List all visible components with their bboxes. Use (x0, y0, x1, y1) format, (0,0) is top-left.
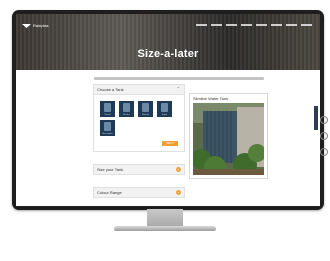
tank-photo-image (193, 103, 264, 175)
nav-link[interactable] (196, 24, 207, 26)
step-label: Colour Range (97, 190, 122, 195)
circle-icon[interactable] (320, 148, 328, 156)
step-colour-range[interactable]: Colour Range + (93, 187, 185, 198)
nav-link[interactable] (271, 24, 282, 26)
tank-photo (193, 103, 264, 175)
circle-icon[interactable] (320, 116, 328, 124)
tank-name: Slimline (122, 114, 130, 116)
tank-option[interactable]: Round (100, 101, 115, 117)
nav-link[interactable] (211, 24, 222, 26)
monitor-frame: Rainplas Size-a-later Choose a Tank ⌃ Ro… (12, 10, 324, 210)
edge-controls (320, 116, 328, 156)
step-choose-tank[interactable]: Choose a Tank ⌃ (93, 84, 185, 95)
tank-option[interactable]: Slimline (119, 101, 134, 117)
step-label: Choose a Tank (97, 87, 124, 92)
tank-options: Round Slimline Modular Squat Rectangular (93, 95, 185, 152)
next-button[interactable]: NEXT (162, 141, 178, 146)
step-label: Size your Tank (97, 167, 124, 172)
configurator-steps: Choose a Tank ⌃ Round Slimline Modular S… (93, 84, 185, 204)
chevron-up-icon: ⌃ (176, 86, 180, 91)
tank-name: Modular (141, 114, 150, 116)
nav-link[interactable] (286, 24, 297, 26)
preview-title: Slimline Water Tank (193, 96, 229, 101)
main-nav (196, 24, 312, 26)
tank-option[interactable]: Squat (157, 101, 172, 117)
monitor-stand-neck (147, 209, 183, 227)
plus-icon: + (176, 190, 181, 195)
page-title: Size-a-later (137, 48, 199, 60)
tank-preview: Slimline Water Tank (189, 93, 268, 179)
side-tab-strip[interactable] (314, 106, 318, 130)
tank-name: Squat (161, 114, 168, 116)
plus-icon: + (176, 167, 181, 172)
nav-link[interactable] (256, 24, 267, 26)
nav-link[interactable] (301, 24, 312, 26)
intro-text (94, 77, 264, 80)
tank-name: Rectangular (102, 133, 113, 135)
step-size-tank[interactable]: Size your Tank + (93, 164, 185, 175)
hero-banner: Rainplas Size-a-later (16, 14, 320, 70)
tank-option[interactable]: Rectangular (100, 120, 115, 136)
tank-name: Round (104, 114, 111, 116)
tank-grid: Round Slimline Modular Squat Rectangular (100, 101, 178, 136)
circle-icon[interactable] (320, 132, 328, 140)
site-logo[interactable]: Rainplas (22, 23, 49, 28)
logo-text: Rainplas (33, 23, 49, 28)
browser-screen: Rainplas Size-a-later Choose a Tank ⌃ Ro… (16, 14, 320, 206)
nav-link[interactable] (226, 24, 237, 26)
monitor-stand-base (114, 226, 216, 231)
logo-icon (22, 23, 31, 28)
nav-link[interactable] (241, 24, 252, 26)
tank-option[interactable]: Modular (138, 101, 153, 117)
